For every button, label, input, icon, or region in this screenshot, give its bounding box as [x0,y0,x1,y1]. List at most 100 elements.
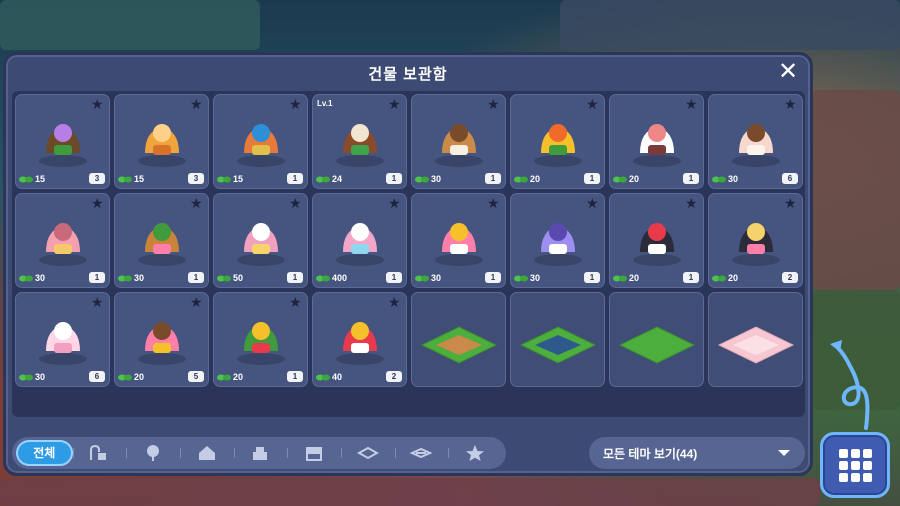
item-card[interactable]: ★ 30 1 [114,193,209,288]
star-icon[interactable] [448,440,502,466]
favorite-star-icon[interactable]: ★ [289,196,303,210]
item-price: 15 [118,174,144,184]
filter-all-button[interactable]: 전체 [16,440,73,466]
favorite-star-icon[interactable]: ★ [685,196,699,210]
item-price: 20 [217,372,243,382]
grid-menu-button[interactable] [820,432,890,498]
favorite-star-icon[interactable]: ★ [388,295,402,309]
price-value: 30 [134,273,145,283]
favorite-star-icon[interactable]: ★ [289,295,303,309]
price-value: 30 [431,273,442,283]
favorite-star-icon[interactable]: ★ [91,295,105,309]
price-value: 30 [35,273,46,283]
item-price: 400 [316,273,347,283]
price-value: 15 [233,174,244,184]
favorite-star-icon[interactable]: ★ [388,97,402,111]
favorite-star-icon[interactable]: ★ [289,97,303,111]
house-icon[interactable] [179,440,234,466]
quantity-badge: 1 [386,173,402,184]
close-icon[interactable]: ✕ [776,60,800,85]
item-card[interactable]: ★ 15 3 [114,94,209,189]
tutorial-arrow-icon [830,340,870,430]
quantity-badge: 1 [584,173,600,184]
item-price: 30 [415,174,441,184]
panel-title: 건물 보관함 [368,66,448,83]
item-card[interactable]: ★ 20 2 [708,193,803,288]
quantity-badge: 1 [485,272,501,283]
favorite-star-icon[interactable]: ★ [190,97,204,111]
fence-icon[interactable] [340,440,395,466]
favorite-star-icon[interactable]: ★ [190,196,204,210]
favorite-star-icon[interactable]: ★ [586,97,600,111]
favorite-star-icon[interactable]: ★ [91,196,105,210]
sort-label: 모든 테마 보기(44) [603,446,698,461]
leaf-currency-icon [514,275,528,281]
item-price: 15 [19,174,45,184]
item-card[interactable]: ★ 15 3 [15,94,110,189]
item-card[interactable]: ★ 30 6 [15,292,110,387]
item-price: 30 [19,273,45,283]
price-value: 20 [134,372,145,382]
leaf-currency-icon [19,176,33,182]
favorite-star-icon[interactable]: ★ [784,196,798,210]
pink-tile-icon [717,326,795,364]
item-card[interactable]: ★ 20 5 [114,292,209,387]
item-card[interactable]: ★ 30 1 [411,94,506,189]
cake-building-icon[interactable] [233,440,288,466]
filter-bar: 전체 모든 테마 보기(44) [12,433,805,473]
shop-icon[interactable] [287,440,341,466]
path-icon[interactable] [394,440,449,466]
leaf-currency-icon [613,275,627,281]
leaf-currency-icon [613,176,627,182]
price-value: 15 [35,174,46,184]
leaf-currency-icon [514,176,528,182]
leaf-currency-icon [118,275,132,281]
item-card[interactable] [411,292,506,387]
favorite-star-icon[interactable]: ★ [685,97,699,111]
decor-icon[interactable] [72,440,127,466]
item-card[interactable]: ★ 20 1 [213,292,308,387]
quantity-badge: 2 [386,371,402,382]
leaf-currency-icon [712,275,726,281]
item-card[interactable]: ★ 20 1 [510,94,605,189]
favorite-star-icon[interactable]: ★ [487,97,501,111]
favorite-star-icon[interactable]: ★ [388,196,402,210]
tree-icon[interactable] [126,440,180,466]
price-value: 20 [728,273,739,283]
item-card[interactable] [708,292,803,387]
item-card[interactable]: ★ 40 2 [312,292,407,387]
item-card[interactable]: ★ 400 1 [312,193,407,288]
leaf-currency-icon [316,374,330,380]
favorite-star-icon[interactable]: ★ [487,196,501,210]
item-card[interactable] [510,292,605,387]
item-price: 50 [217,273,243,283]
theme-sort-dropdown[interactable]: 모든 테마 보기(44) [589,437,805,469]
favorite-star-icon[interactable]: ★ [784,97,798,111]
item-card[interactable]: ★ 15 1 [213,94,308,189]
grid-icon [838,448,872,482]
quantity-badge: 1 [485,173,501,184]
item-card[interactable]: ★ 30 1 [510,193,605,288]
quantity-badge: 3 [188,173,204,184]
price-value: 24 [332,174,343,184]
favorite-star-icon[interactable]: ★ [586,196,600,210]
item-card[interactable]: ★ 20 1 [609,94,704,189]
item-card[interactable] [609,292,704,387]
leaf-currency-icon [19,275,33,281]
leaf-currency-icon [415,275,429,281]
price-value: 15 [134,174,145,184]
item-card[interactable]: ★ Lv.1 24 1 [312,94,407,189]
quantity-badge: 2 [782,272,798,283]
favorite-star-icon[interactable]: ★ [91,97,105,111]
item-price: 40 [316,372,342,382]
leaf-currency-icon [118,374,132,380]
item-card[interactable]: ★ 30 6 [708,94,803,189]
quantity-badge: 1 [683,272,699,283]
item-card[interactable]: ★ 20 1 [609,193,704,288]
quantity-badge: 1 [287,371,303,382]
quantity-badge: 5 [188,371,204,382]
favorite-star-icon[interactable]: ★ [190,295,204,309]
item-card[interactable]: ★ 30 1 [411,193,506,288]
item-card[interactable]: ★ 30 1 [15,193,110,288]
item-card[interactable]: ★ 50 1 [213,193,308,288]
